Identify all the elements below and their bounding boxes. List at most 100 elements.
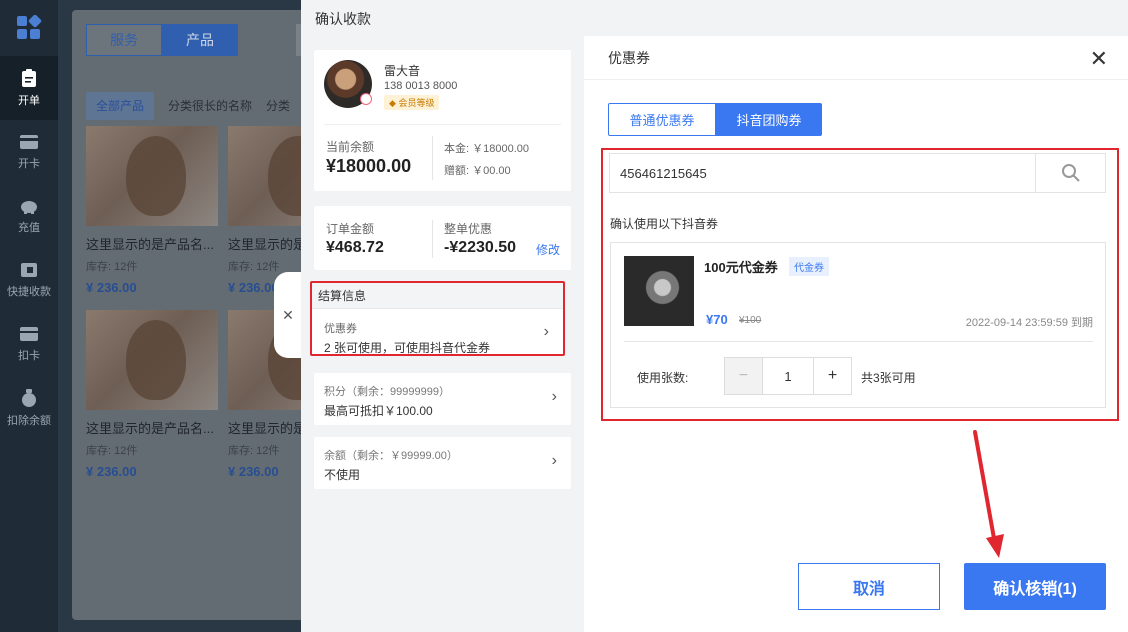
quantity-stepper: − 1 +	[724, 357, 852, 395]
divider	[432, 220, 433, 258]
coupon-image	[624, 256, 694, 326]
grid-logo-icon	[17, 15, 42, 39]
product-name: 这里显示的是产品名...	[86, 237, 214, 252]
order-amount-label: 订单金额	[326, 222, 375, 236]
payment-drawer: 确认收款 雷大音 138 0013 8000 ◆ 会员等级 当前余额 ¥1800…	[301, 0, 1128, 632]
nav-item-deduct-balance[interactable]: 扣除余额	[0, 376, 58, 440]
cancel-button[interactable]: 取消	[798, 563, 940, 610]
quantity-label: 使用张数:	[637, 371, 689, 385]
avatar-badge-icon	[360, 93, 372, 105]
nav-label: 开卡	[18, 158, 40, 170]
deduct-card-icon	[20, 327, 38, 341]
balance-row-label: 余额（剩余：￥99999.00）	[324, 450, 458, 462]
member-card: 雷大音 138 0013 8000 ◆ 会员等级 当前余额 ¥18000.00 …	[314, 50, 571, 191]
drawer-close-handle[interactable]: ✕	[274, 272, 302, 358]
piggy-bank-icon	[21, 201, 37, 214]
tab-douyin-coupon[interactable]: 抖音团购券	[716, 103, 822, 136]
coupon-panel: 优惠券 ✕ 普通优惠券 抖音团购券 456461215645 确认使用以下抖音券…	[584, 36, 1128, 632]
confirm-redeem-button[interactable]: 确认核销(1)	[964, 563, 1106, 610]
search-icon	[1061, 164, 1080, 182]
nav-label: 扣卡	[18, 350, 40, 362]
divider	[624, 341, 1093, 342]
money-bag-icon	[22, 389, 36, 407]
order-amount-value: ¥468.72	[326, 239, 384, 256]
category-item[interactable]: 分类	[266, 96, 290, 120]
quantity-input[interactable]: 1	[762, 358, 814, 394]
confirm-tip: 确认使用以下抖音券	[610, 217, 719, 231]
nav-label: 充值	[18, 222, 40, 234]
nav-item-deduct-card[interactable]: 扣卡	[0, 312, 58, 376]
member-level-label: 会员等级	[398, 98, 435, 108]
coupon-panel-header: 优惠券 ✕	[584, 36, 1128, 80]
nav-item-quick-pay[interactable]: 快捷收款	[0, 248, 58, 312]
category-all[interactable]: 全部产品	[86, 92, 155, 120]
product-image	[86, 310, 218, 410]
product-card[interactable]: 这里显示的是产品名... 库存: 12件 ¥ 236.00	[86, 310, 218, 479]
clipboard-icon	[22, 69, 36, 87]
plus-button[interactable]: +	[814, 358, 851, 394]
minus-button[interactable]: −	[725, 358, 762, 394]
card-icon	[20, 135, 38, 149]
coupon-card: 100元代金券 代金券 ¥70 ¥100 2022-09-14 23:59:59…	[610, 242, 1106, 408]
segment-product[interactable]: 产品	[162, 24, 238, 56]
points-value: 最高可抵扣￥100.00	[324, 404, 433, 418]
balance-label: 当前余额	[326, 140, 375, 154]
coupon-code-input[interactable]: 456461215645	[610, 166, 1035, 181]
search-button[interactable]	[1035, 154, 1105, 192]
settlement-coupon-row[interactable]: 结算信息 优惠券 2 张可使用，可使用抖音代金券 ›	[310, 281, 565, 356]
product-card[interactable]: 这里显示的是产品名... 库存: 12件 ¥ 236.00	[86, 126, 218, 295]
member-phone: 138 0013 8000	[384, 80, 458, 92]
close-icon[interactable]: ✕	[1090, 46, 1108, 72]
nav-item-open-card[interactable]: 开卡	[0, 120, 58, 184]
quick-pay-icon	[21, 263, 37, 277]
chevron-right-icon: ›	[543, 323, 549, 340]
nav-item-open-order[interactable]: 开单	[0, 56, 58, 120]
member-name: 雷大音	[384, 64, 421, 78]
balance-row[interactable]: 余额（剩余：￥99999.00） 不使用 ›	[314, 437, 571, 489]
balance-row-value: 不使用	[324, 468, 361, 482]
edit-discount-link[interactable]: 修改	[536, 241, 560, 258]
order-discount-value: -¥2230.50	[444, 239, 517, 256]
nav-item-recharge[interactable]: 充值	[0, 184, 58, 248]
close-icon: ✕	[282, 306, 294, 323]
tab-normal-coupon[interactable]: 普通优惠券	[608, 103, 716, 136]
nav-label: 扣除余额	[7, 415, 51, 427]
category-item[interactable]: 分类很长的名称	[168, 96, 252, 120]
points-label: 积分（剩余：99999999）	[324, 386, 450, 398]
drawer-title: 确认收款	[315, 11, 371, 27]
product-name: 这里显示的是产品名...	[86, 421, 214, 436]
diamond-icon: ◆	[389, 98, 396, 108]
order-card: 订单金额 ¥468.72 整单优惠 -¥2230.50 修改	[314, 206, 571, 270]
chevron-right-icon: ›	[551, 452, 557, 469]
coupon-title: 100元代金券	[704, 260, 778, 275]
coupon-original-price: ¥100	[739, 315, 762, 326]
coupon-summary: 2 张可使用，可使用抖音代金券	[324, 341, 491, 355]
coupon-price: ¥70	[706, 312, 728, 327]
product-price: ¥ 236.00	[86, 280, 137, 295]
side-nav: 开单 开卡 充值 快捷收款 扣卡 扣除余额	[0, 0, 58, 632]
coupon-panel-title: 优惠券	[608, 49, 650, 66]
gift-value: 赠额: ￥00.00	[444, 165, 511, 177]
product-image	[86, 126, 218, 226]
douyin-coupon-section: 456461215645 确认使用以下抖音券 100元代金券 代金券 ¥70 ¥…	[601, 148, 1119, 421]
coupon-search: 456461215645	[609, 153, 1106, 193]
balance-value: ¥18000.00	[326, 156, 412, 176]
segment-service[interactable]: 服务	[86, 24, 162, 56]
coupon-label: 优惠券	[324, 323, 357, 335]
app-logo	[0, 0, 58, 56]
coupon-type-tag: 代金券	[789, 257, 829, 276]
member-level-badge: ◆ 会员等级	[384, 95, 440, 110]
annotation-arrow-icon	[973, 430, 1004, 558]
category-tabs: 全部产品 分类很长的名称 分类	[86, 92, 290, 120]
available-count: 共3张可用	[861, 371, 916, 385]
principal-value: 本金: ￥18000.00	[444, 143, 529, 155]
settlement-header: 结算信息	[312, 283, 563, 309]
points-row[interactable]: 积分（剩余：99999999） 最高可抵扣￥100.00 ›	[314, 373, 571, 425]
nav-label: 开单	[18, 95, 40, 107]
type-switch: 服务 产品	[86, 24, 326, 56]
chevron-right-icon: ›	[551, 388, 557, 405]
product-stock: 库存: 12件	[86, 261, 138, 273]
divider	[324, 124, 561, 125]
coupon-expiry: 2022-09-14 23:59:59 到期	[965, 317, 1093, 329]
divider	[432, 136, 433, 180]
